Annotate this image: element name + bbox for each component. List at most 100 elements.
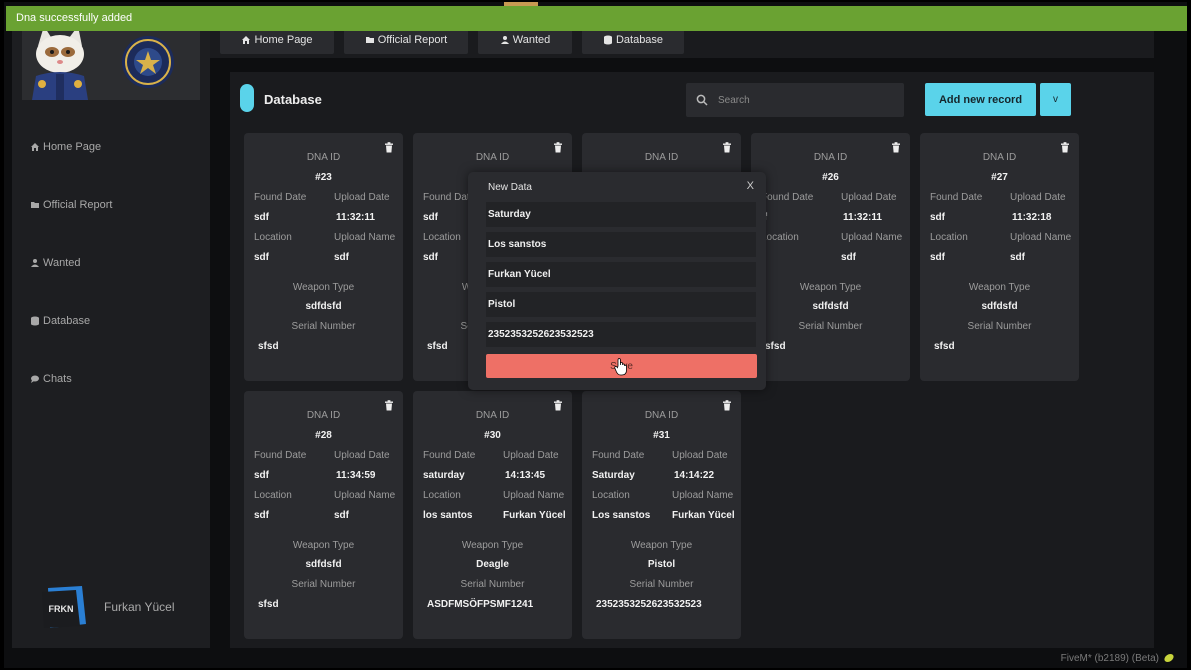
location-label: Location	[423, 490, 461, 501]
serial-number-value: sfsd	[258, 341, 279, 352]
weapon-type-value: sdfdsfd	[812, 301, 849, 312]
serial-number-field[interactable]	[486, 322, 756, 347]
found-date-value: saturday	[423, 470, 465, 481]
serial-number-value: sfsd	[934, 341, 955, 352]
serial-number-value: sfsd	[427, 341, 448, 352]
trash-icon[interactable]	[722, 142, 732, 156]
record-card[interactable]: DNA ID #30 Found Date Upload Date saturday 14…	[413, 391, 572, 639]
user-icon	[500, 36, 509, 44]
trash-icon[interactable]	[553, 400, 563, 414]
upload-name-label: Upload Name	[503, 490, 565, 501]
upload-name-label: Upload Name	[334, 232, 396, 243]
close-button[interactable]: X	[747, 180, 754, 192]
upload-date-label: Upload Date	[841, 192, 897, 203]
upload-name-label: Upload Name	[1010, 232, 1072, 243]
user-profile[interactable]: FRKN Furkan Yücel	[40, 584, 174, 630]
upload-name-label: Upload Name	[841, 232, 903, 243]
trash-icon[interactable]	[384, 400, 394, 414]
trash-icon[interactable]	[553, 142, 563, 156]
sidebar-item-database[interactable]: Database	[30, 315, 90, 327]
weapon-type-value: sdfdsfd	[305, 559, 342, 570]
record-card[interactable]: DNA ID #31 Found Date Upload Date Saturday 14…	[582, 391, 741, 639]
serial-number-value: ASDFMSÖFPSMF1241	[427, 599, 534, 610]
record-card[interactable]: DNA ID #27 Found Date Upload Date sdf 11:32:1…	[920, 133, 1079, 381]
upload-name-value: sdf	[841, 252, 856, 263]
record-card[interactable]: DNA ID #23 Found Date Upload Date sdf 11:32:1…	[244, 133, 403, 381]
search-icon	[696, 94, 708, 106]
found-date-value: sdf	[930, 212, 945, 223]
dna-id-label: DNA ID	[982, 152, 1017, 163]
upload-name-field[interactable]	[486, 262, 756, 287]
upload-date-label: Upload Date	[1010, 192, 1066, 203]
serial-number-label: Serial Number	[460, 579, 525, 590]
profile-name: Furkan Yücel	[104, 600, 175, 614]
location-value: sdf	[423, 252, 438, 263]
add-record-button[interactable]: Add new record	[925, 83, 1036, 116]
location-value: los santos	[423, 510, 473, 521]
cat-mascot-logo	[32, 26, 174, 100]
upload-name-value: sdf	[334, 510, 349, 521]
sidebar-item-wanted[interactable]: Wanted	[30, 257, 81, 269]
sidebar-item-home-page[interactable]: Home Page	[30, 141, 101, 153]
app-screen: Dna successfully added Home Page Officia…	[4, 2, 1187, 668]
build-info: FiveM* (b2189) (Beta)	[1060, 652, 1159, 664]
upload-date-label: Upload Date	[672, 450, 728, 461]
weapon-type-label: Weapon Type	[292, 282, 355, 293]
weapon-type-label: Weapon Type	[630, 540, 693, 551]
location-label: Location	[761, 232, 799, 243]
serial-number-value: sfsd	[258, 599, 279, 610]
upload-date-value: 11:32:18	[1012, 212, 1052, 223]
upload-date-label: Upload Date	[334, 450, 390, 461]
trash-icon[interactable]	[384, 142, 394, 156]
serial-number-value: sfsd	[765, 341, 786, 352]
folder-icon	[31, 202, 39, 208]
location-value: sdf	[930, 252, 945, 263]
found-date-value: sdf	[423, 212, 438, 223]
location-label: Location	[254, 232, 292, 243]
record-id: #26	[822, 172, 839, 183]
sidebar-item-label: Wanted	[43, 257, 81, 269]
found-date-label: Found Date	[254, 450, 307, 461]
weapon-type-label: Weapon Type	[292, 540, 355, 551]
serial-number-value: 2352353252623532523	[596, 599, 702, 610]
avatar: FRKN	[42, 586, 86, 628]
hand-cursor-icon	[614, 358, 627, 376]
upload-name-value: sdf	[334, 252, 349, 263]
toast-message: Dna successfully added	[16, 12, 133, 24]
upload-date-value: 11:32:11	[336, 212, 375, 223]
record-card[interactable]: DNA ID#26Found DateUpload Datelf11:32:11…	[751, 133, 910, 381]
trash-icon[interactable]	[891, 142, 901, 156]
location-label: Location	[592, 490, 630, 501]
found-date-value: Saturday	[592, 470, 635, 481]
dna-id-label: DNA ID	[813, 152, 848, 163]
sidebar-item-official-report[interactable]: Official Report	[30, 199, 113, 211]
add-dropdown-button[interactable]: v	[1040, 83, 1071, 116]
success-toast: Dna successfully added	[6, 6, 1187, 31]
upload-date-label: Upload Date	[503, 450, 559, 461]
record-id: #23	[315, 172, 332, 183]
dna-id-label: DNA ID	[644, 410, 679, 421]
serial-number-label: Serial Number	[629, 579, 694, 590]
search-input[interactable]	[718, 94, 888, 106]
sidebar-item-chats[interactable]: Chats	[30, 373, 72, 385]
sidebar-item-label: Chats	[43, 373, 72, 385]
weapon-type-field[interactable]	[486, 292, 756, 317]
dna-id-label: DNA ID	[306, 152, 341, 163]
upload-date-value: 11:34:59	[336, 470, 376, 481]
found-date-field[interactable]	[486, 202, 756, 227]
record-id: #27	[991, 172, 1008, 183]
trash-icon[interactable]	[722, 400, 732, 414]
home-icon	[31, 143, 39, 151]
upload-name-value: Furkan Yücel	[503, 510, 566, 521]
search-box	[686, 83, 904, 117]
dna-id-label: DNA ID	[475, 410, 510, 421]
page-title: Database	[264, 92, 322, 107]
location-value: Los sanstos	[592, 510, 651, 521]
record-card[interactable]: DNA ID #28 Found Date Upload Date sdf 11:34:5…	[244, 391, 403, 639]
trash-icon[interactable]	[1060, 142, 1070, 156]
location-label: Location	[930, 232, 968, 243]
logo-banner	[22, 20, 200, 100]
weapon-type-value: Deagle	[476, 559, 509, 570]
title-accent	[240, 84, 254, 112]
location-field[interactable]	[486, 232, 756, 257]
